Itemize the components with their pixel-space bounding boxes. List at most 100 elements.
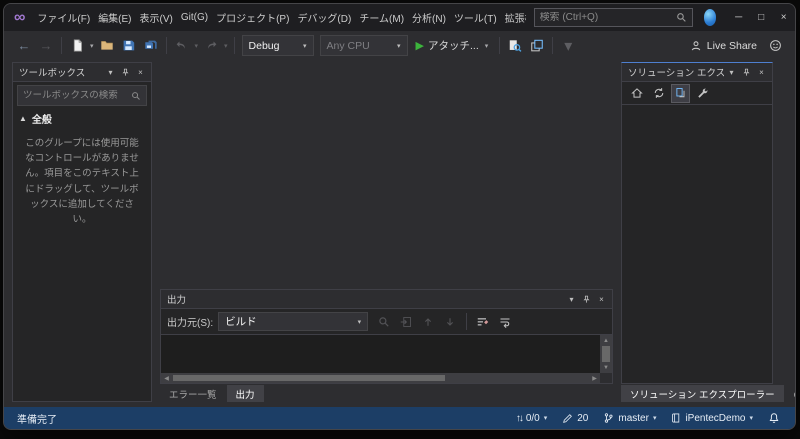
toolbox-search-input[interactable] (23, 90, 128, 101)
menu-item-project[interactable]: プロジェクト(P) (212, 4, 293, 31)
menu-item-tools[interactable]: ツール(T) (450, 4, 501, 31)
toolbox-section-label: 全般 (31, 115, 52, 126)
repository-name: iPentecDemo (685, 412, 746, 424)
toolbox-search-box[interactable] (17, 85, 147, 106)
menu-item-git[interactable]: Git(G) (177, 4, 212, 31)
chevron-down-icon: ▾ (749, 415, 753, 422)
output-header[interactable]: 出力 ▾ × (161, 290, 612, 309)
right-dock-tabs: ソリューション エクスプローラー Git 変更 (621, 385, 795, 402)
save-button[interactable] (118, 34, 140, 57)
menu-item-view[interactable]: 表示(V) (136, 4, 177, 31)
goto-source-button[interactable] (396, 312, 416, 332)
platform-combobox[interactable]: Any CPU ▾ (319, 35, 408, 56)
switch-views-button[interactable] (627, 84, 646, 103)
menu-item-extensions[interactable]: 拡張機能(X) (501, 4, 526, 31)
editor-area[interactable] (160, 62, 613, 289)
chevron-down-icon: ▾ (303, 42, 307, 50)
refresh-button[interactable] (649, 84, 668, 103)
pin-button[interactable] (739, 65, 754, 80)
branch-icon (605, 413, 613, 423)
close-panel-button[interactable]: × (594, 292, 609, 307)
undo-icon (176, 41, 185, 49)
standard-toolbar: ← → ▾ ▾ ▾ Debug ▾ Any CPU ▾ ▶ アタッチ... ▾ … (4, 31, 795, 60)
properties-button[interactable] (693, 84, 712, 103)
close-panel-button[interactable]: × (754, 65, 769, 80)
word-wrap-button[interactable] (495, 312, 515, 332)
tab-output[interactable]: 出力 (226, 385, 264, 402)
visual-studio-logo-icon: ∞ (14, 8, 26, 26)
notifications-button[interactable] (764, 407, 784, 429)
redo-button[interactable] (200, 34, 222, 57)
toolbar-overflow-button[interactable]: ▾ (557, 34, 579, 57)
menu-item-file[interactable]: ファイル(F) (33, 4, 94, 31)
next-message-icon (447, 317, 454, 326)
repository-button[interactable]: iPentecDemo ▾ (667, 407, 757, 429)
navigate-forward-button[interactable]: → (35, 34, 57, 57)
menu-item-analyze[interactable]: 分析(N) (408, 4, 450, 31)
previous-message-button[interactable] (418, 312, 438, 332)
configuration-combobox[interactable]: Debug ▾ (241, 35, 314, 56)
pending-changes-button[interactable]: 20 (558, 407, 592, 429)
quick-search-input[interactable] (539, 12, 672, 23)
toolbox-section-general[interactable]: ▲ 全般 (13, 108, 151, 128)
chevron-down-icon[interactable]: ▾ (88, 42, 96, 50)
close-button[interactable]: × (772, 4, 795, 31)
scroll-left-icon[interactable]: ◀ (161, 375, 172, 382)
toolbox-header[interactable]: ツールボックス ▾ × (13, 63, 151, 82)
output-text-area[interactable]: ▲ ▼ ◀ ▶ (161, 335, 612, 383)
maximize-button[interactable]: □ (750, 4, 773, 31)
undo-button[interactable] (171, 34, 193, 57)
tab-solution-explorer[interactable]: ソリューション エクスプローラー (621, 385, 784, 402)
pin-icon (583, 295, 590, 303)
scroll-down-icon[interactable]: ▼ (600, 362, 612, 373)
clear-all-button[interactable] (473, 312, 493, 332)
open-file-button[interactable] (96, 34, 118, 57)
scroll-up-icon[interactable]: ▲ (600, 335, 612, 346)
word-wrap-icon (500, 317, 510, 328)
new-item-button[interactable] (66, 34, 88, 57)
navigate-back-button[interactable]: ← (13, 34, 35, 57)
menu-item-debug[interactable]: デバッグ(D) (293, 4, 355, 31)
quick-search-box[interactable] (533, 8, 693, 27)
user-avatar[interactable] (703, 9, 717, 26)
forward-arrow-icon: → (39, 38, 53, 53)
find-message-button[interactable] (374, 312, 394, 332)
save-all-button[interactable] (140, 34, 162, 57)
chevron-down-icon[interactable]: ▾ (193, 42, 201, 50)
live-share-button[interactable]: Live Share (683, 34, 764, 57)
menu-item-team[interactable]: チーム(M) (355, 4, 408, 31)
sync-commits-button[interactable]: ↑↓ 0/0 ▾ (512, 407, 551, 429)
close-panel-button[interactable]: × (133, 65, 148, 80)
vertical-scrollbar[interactable]: ▲ ▼ (600, 335, 612, 373)
output-source-combobox[interactable]: ビルド ▾ (218, 312, 369, 331)
output-source-value: ビルド (225, 316, 257, 328)
window-position-button[interactable]: ▾ (724, 65, 739, 80)
tab-git-changes[interactable]: Git 変更 (785, 385, 795, 402)
chevron-down-icon: ▾ (652, 415, 657, 422)
pin-button[interactable] (579, 292, 594, 307)
output-panel: 出力 ▾ × 出力元(S): ビルド ▾ ▲ ▼ ◀ ▶ (160, 289, 613, 384)
new-window-button[interactable] (526, 34, 548, 57)
person-icon (691, 40, 701, 50)
menu-item-edit[interactable]: 編集(E) (94, 4, 135, 31)
solution-explorer-tree[interactable] (622, 105, 772, 383)
chevron-down-icon[interactable]: ▾ (222, 42, 230, 50)
toolbox-empty-message: このグループには使用可能なコントロールがありません。項目をこのテキスト上にドラッ… (25, 138, 139, 225)
current-branch-button[interactable]: master ▾ (599, 407, 660, 429)
start-attach-button[interactable]: ▶ アタッチ... ▾ (411, 34, 496, 57)
scrollbar-thumb[interactable] (602, 346, 610, 362)
send-feedback-button[interactable] (764, 34, 786, 57)
tab-error-list[interactable]: エラー一覧 (160, 385, 226, 402)
next-message-button[interactable] (440, 312, 460, 332)
sync-active-document-button[interactable] (671, 83, 690, 103)
solution-explorer-header[interactable]: ソリューション エクスプローラー ▾ × (622, 63, 772, 82)
toolbar-separator (499, 37, 501, 54)
window-position-button[interactable]: ▾ (103, 65, 118, 80)
horizontal-scrollbar[interactable]: ◀ ▶ (161, 373, 600, 383)
minimize-button[interactable]: ─ (727, 4, 750, 31)
scroll-right-icon[interactable]: ▶ (589, 375, 600, 382)
scrollbar-thumb[interactable] (173, 375, 446, 381)
pin-button[interactable] (118, 65, 133, 80)
find-in-files-button[interactable] (504, 34, 526, 57)
window-position-button[interactable]: ▾ (564, 292, 579, 307)
